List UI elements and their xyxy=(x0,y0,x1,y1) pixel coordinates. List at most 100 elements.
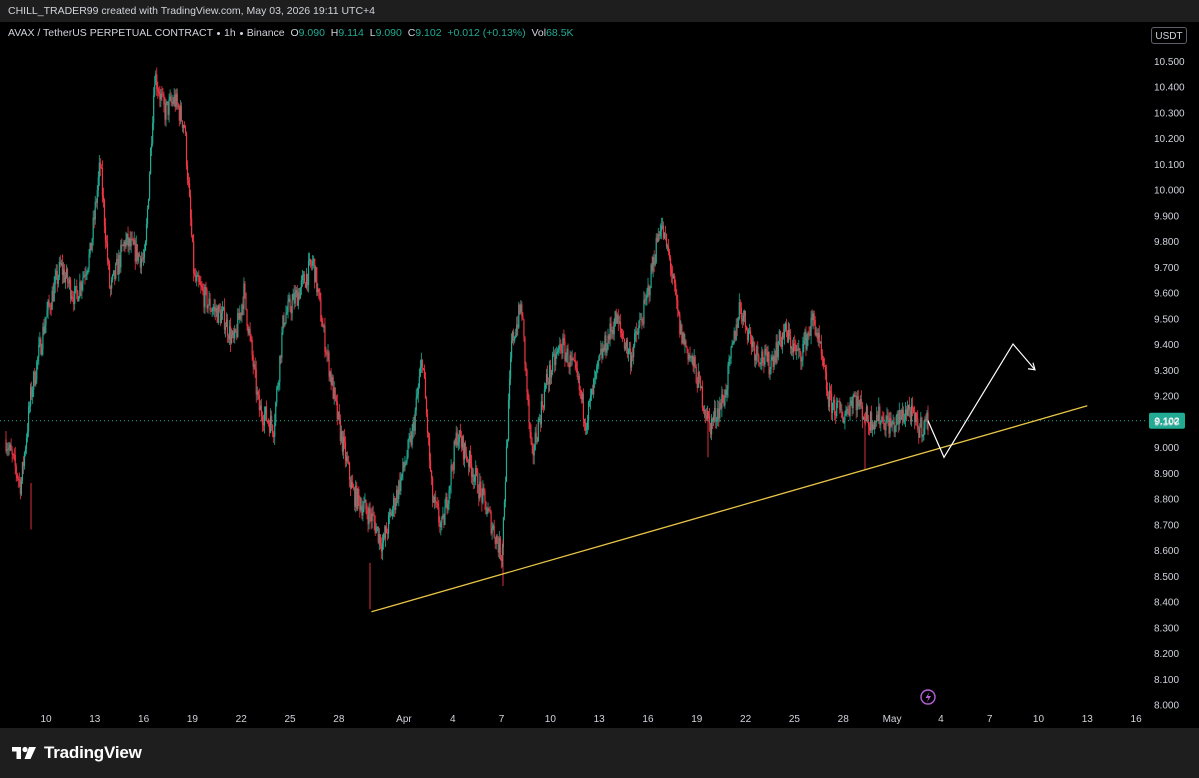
candle xyxy=(805,326,807,357)
candle xyxy=(865,403,868,422)
candle xyxy=(454,437,456,447)
candle xyxy=(22,456,25,475)
candle xyxy=(327,344,329,362)
interval[interactable]: 1h xyxy=(224,27,236,39)
drawings-layer[interactable]: 9.102 xyxy=(0,342,1185,613)
candle xyxy=(591,388,593,401)
candle xyxy=(77,290,79,303)
candle xyxy=(136,243,138,266)
candle xyxy=(747,328,750,343)
symbol-legend[interactable]: AVAX / TetherUS PERPETUAL CONTRACT 1h Bina… xyxy=(8,27,574,40)
projection-path[interactable] xyxy=(927,342,1036,459)
candle xyxy=(565,352,567,363)
candle xyxy=(63,263,66,284)
candle xyxy=(595,371,597,385)
candle xyxy=(760,357,762,370)
candle xyxy=(79,273,81,299)
candle xyxy=(65,264,68,279)
candle xyxy=(143,244,146,263)
candle xyxy=(314,258,316,289)
candle xyxy=(99,158,101,177)
candle xyxy=(906,400,909,417)
candle xyxy=(880,421,882,432)
support-trendline[interactable] xyxy=(371,405,1088,613)
symbol-name[interactable]: AVAX / TetherUS PERPETUAL CONTRACT xyxy=(8,27,213,39)
candle xyxy=(827,391,830,411)
price-axis[interactable]: 10.500 10.400 10.300 10.200 10.100 10.000 9.90… xyxy=(1154,57,1185,712)
candle xyxy=(592,384,594,395)
candle xyxy=(783,323,786,345)
candle xyxy=(655,233,657,264)
candle xyxy=(251,336,253,361)
candle xyxy=(922,434,924,442)
candle xyxy=(885,415,887,438)
candle xyxy=(153,87,155,131)
tradingview-brand[interactable]: TradingView xyxy=(12,743,142,763)
candle xyxy=(572,357,574,361)
candle xyxy=(812,310,814,330)
candle xyxy=(444,499,446,526)
candle xyxy=(917,410,919,433)
candle xyxy=(759,362,761,368)
price-chart[interactable]: 9.102 10.500 10.400 10.300 10.200 10.100 10.0… xyxy=(0,22,1199,728)
candle xyxy=(259,400,261,411)
candle xyxy=(901,402,903,426)
candle xyxy=(846,406,848,418)
candle xyxy=(708,407,711,432)
candle xyxy=(95,198,97,208)
candle xyxy=(601,342,603,364)
high-value: 9.114 xyxy=(338,27,364,39)
candle xyxy=(354,486,356,511)
candle xyxy=(562,333,564,359)
candle xyxy=(81,280,83,299)
currency-button[interactable]: USDT xyxy=(1151,27,1187,44)
candle xyxy=(37,355,39,370)
candle xyxy=(138,251,140,257)
price-tick-label: 10.300 xyxy=(1154,108,1185,119)
candle xyxy=(57,274,59,288)
candle xyxy=(365,499,367,515)
candle xyxy=(235,328,237,333)
candle xyxy=(188,177,191,198)
candle xyxy=(257,389,259,400)
candle xyxy=(411,424,413,449)
candle xyxy=(898,402,900,431)
candle xyxy=(523,318,525,342)
candle xyxy=(139,255,141,274)
candle xyxy=(598,355,600,370)
candle xyxy=(721,386,723,418)
candle xyxy=(817,328,819,347)
candle xyxy=(150,147,152,175)
candle xyxy=(137,252,139,264)
candle xyxy=(28,401,31,414)
candle xyxy=(357,488,359,512)
attribution-bar: CHILL_TRADER99 created with TradingView.… xyxy=(0,0,1199,22)
price-tick-label: 10.200 xyxy=(1154,134,1185,145)
candle xyxy=(377,526,379,545)
candle xyxy=(272,424,274,438)
candle xyxy=(716,416,718,429)
time-axis[interactable]: 10 13 16 19 22 25 28 Apr 4 7 10 13 16 19 22 25 28 May 4 7 10… xyxy=(40,714,1142,725)
candle xyxy=(363,496,365,513)
candle xyxy=(602,341,604,360)
candle xyxy=(924,416,926,435)
candle xyxy=(450,459,452,494)
separator-dot xyxy=(217,31,220,35)
candle xyxy=(903,413,906,425)
candle xyxy=(256,386,258,401)
candle xyxy=(183,121,186,129)
lightning-icon[interactable] xyxy=(920,689,936,705)
candle xyxy=(376,526,378,532)
candle xyxy=(589,388,592,410)
time-tick-label: 28 xyxy=(838,714,850,725)
candle xyxy=(425,396,428,418)
candle xyxy=(300,275,302,296)
time-tick-label: 4 xyxy=(938,714,944,725)
candle xyxy=(636,322,638,343)
candle xyxy=(42,322,44,356)
candle xyxy=(161,86,163,102)
candle xyxy=(85,266,87,281)
candle xyxy=(144,240,147,252)
candle xyxy=(266,420,269,424)
candle xyxy=(55,264,57,281)
